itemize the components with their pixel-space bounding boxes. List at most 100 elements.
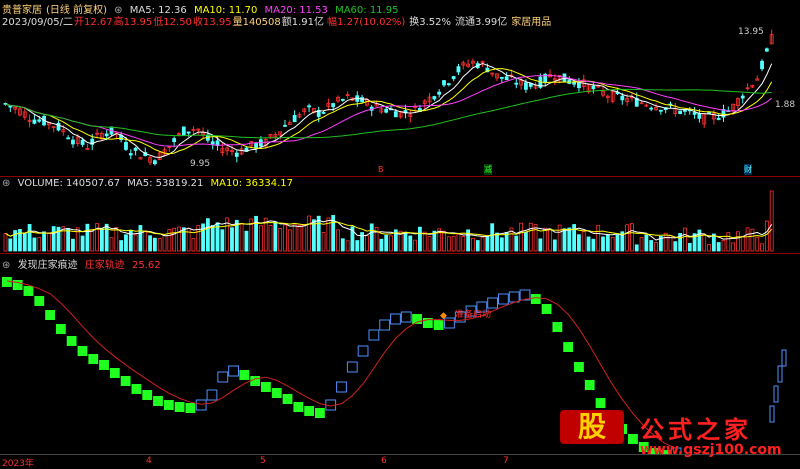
indicator-block [23,286,34,296]
volume-bar [649,240,654,252]
indicator-block [769,405,775,423]
indicator-block [595,398,606,408]
indicator-block [99,360,109,370]
volume-bar [220,229,225,252]
volume-bar [630,223,634,252]
volume-bar [605,234,610,252]
candle-body [360,97,364,103]
candle-body [683,109,687,112]
indicator-block [777,365,783,383]
watermark-logo: 股 [560,410,624,444]
indicator-block [508,291,520,303]
volume-bar [654,241,658,252]
indicator-block [120,376,131,386]
volume-bar [707,244,711,252]
price-chart[interactable] [0,26,800,176]
volume-bar [8,238,13,252]
indicator-block [293,402,304,412]
volume-bar [769,190,774,252]
indicator-block [563,342,574,352]
volume-bar [268,225,273,252]
volume-bar [755,236,760,252]
volume-bar [355,240,360,252]
volume-bar [687,242,692,252]
candle-body [740,95,745,99]
volume-bar [591,238,596,252]
indicator-block [66,336,77,346]
ma60-line [5,88,772,139]
volume-bar [230,227,234,252]
candle-body [210,141,215,145]
indicator-block [261,382,271,392]
volume-bar [133,234,138,252]
indicator-block [2,277,12,287]
volume-bar [615,234,620,252]
volume-bar [567,227,572,252]
volume-bar [90,229,95,252]
volume-bar [124,234,128,252]
volume-bar [109,237,114,252]
volume-bar [307,215,311,252]
volume-bar [138,225,143,252]
indicator-block [12,280,23,290]
volume-bar [572,224,577,252]
volume-bar [239,222,244,252]
volume-bar [427,236,432,252]
volume-bar [596,224,601,252]
signal-label: 准备启动 [455,310,492,320]
volume-bar [495,232,499,252]
volume-bar [499,237,504,252]
candle-body [524,82,528,90]
candle-body [331,103,336,108]
volume-bar [663,232,668,252]
event-marker-finance[interactable]: 财 [744,164,752,175]
panel-divider [0,176,800,177]
indicator-block [379,319,391,331]
volume-bar [244,230,249,252]
volume-bar [480,236,485,252]
panel-divider-2 [0,253,800,254]
indicator-block [530,294,541,304]
candle-body [692,112,697,115]
volume-bar [340,238,345,252]
indicator-block [781,349,787,367]
volume-bar [644,234,649,252]
candle-body [37,119,42,122]
event-marker-reduce[interactable]: 减 [484,164,492,175]
indicator-block [368,329,380,341]
indicator-block [357,345,369,357]
candle-body [446,83,451,86]
volume-bar [471,238,475,252]
volume-bar [581,231,586,252]
indicator-block [109,368,120,378]
candle-body [437,91,442,95]
volume-bar [586,236,591,252]
axis-label-month: 6 [381,456,387,466]
volume-bar [167,229,172,252]
volume-bar [172,227,177,252]
volume-bar [278,228,283,252]
event-marker-b[interactable]: B [378,165,384,174]
volume-bar [365,235,369,252]
candle-body [384,108,389,113]
volume-bar [418,226,422,252]
volume-bar [345,240,350,252]
volume-bar [205,218,210,252]
volume-bar [697,229,702,252]
candle-body [56,122,61,131]
volume-bar [461,235,466,252]
volume-chart[interactable] [0,188,800,253]
volume-bar [27,224,32,252]
volume-bar [524,231,528,252]
candle-body [133,147,138,151]
candle-body [451,76,456,80]
volume-bar [610,237,615,252]
candle-body [393,111,398,118]
volume-bar [548,228,552,252]
candle-body [321,111,326,114]
candle-body [172,138,177,143]
volume-bar [143,230,148,252]
indicator-block [239,370,250,380]
ma5-line [5,62,773,159]
volume-bar [61,226,66,252]
